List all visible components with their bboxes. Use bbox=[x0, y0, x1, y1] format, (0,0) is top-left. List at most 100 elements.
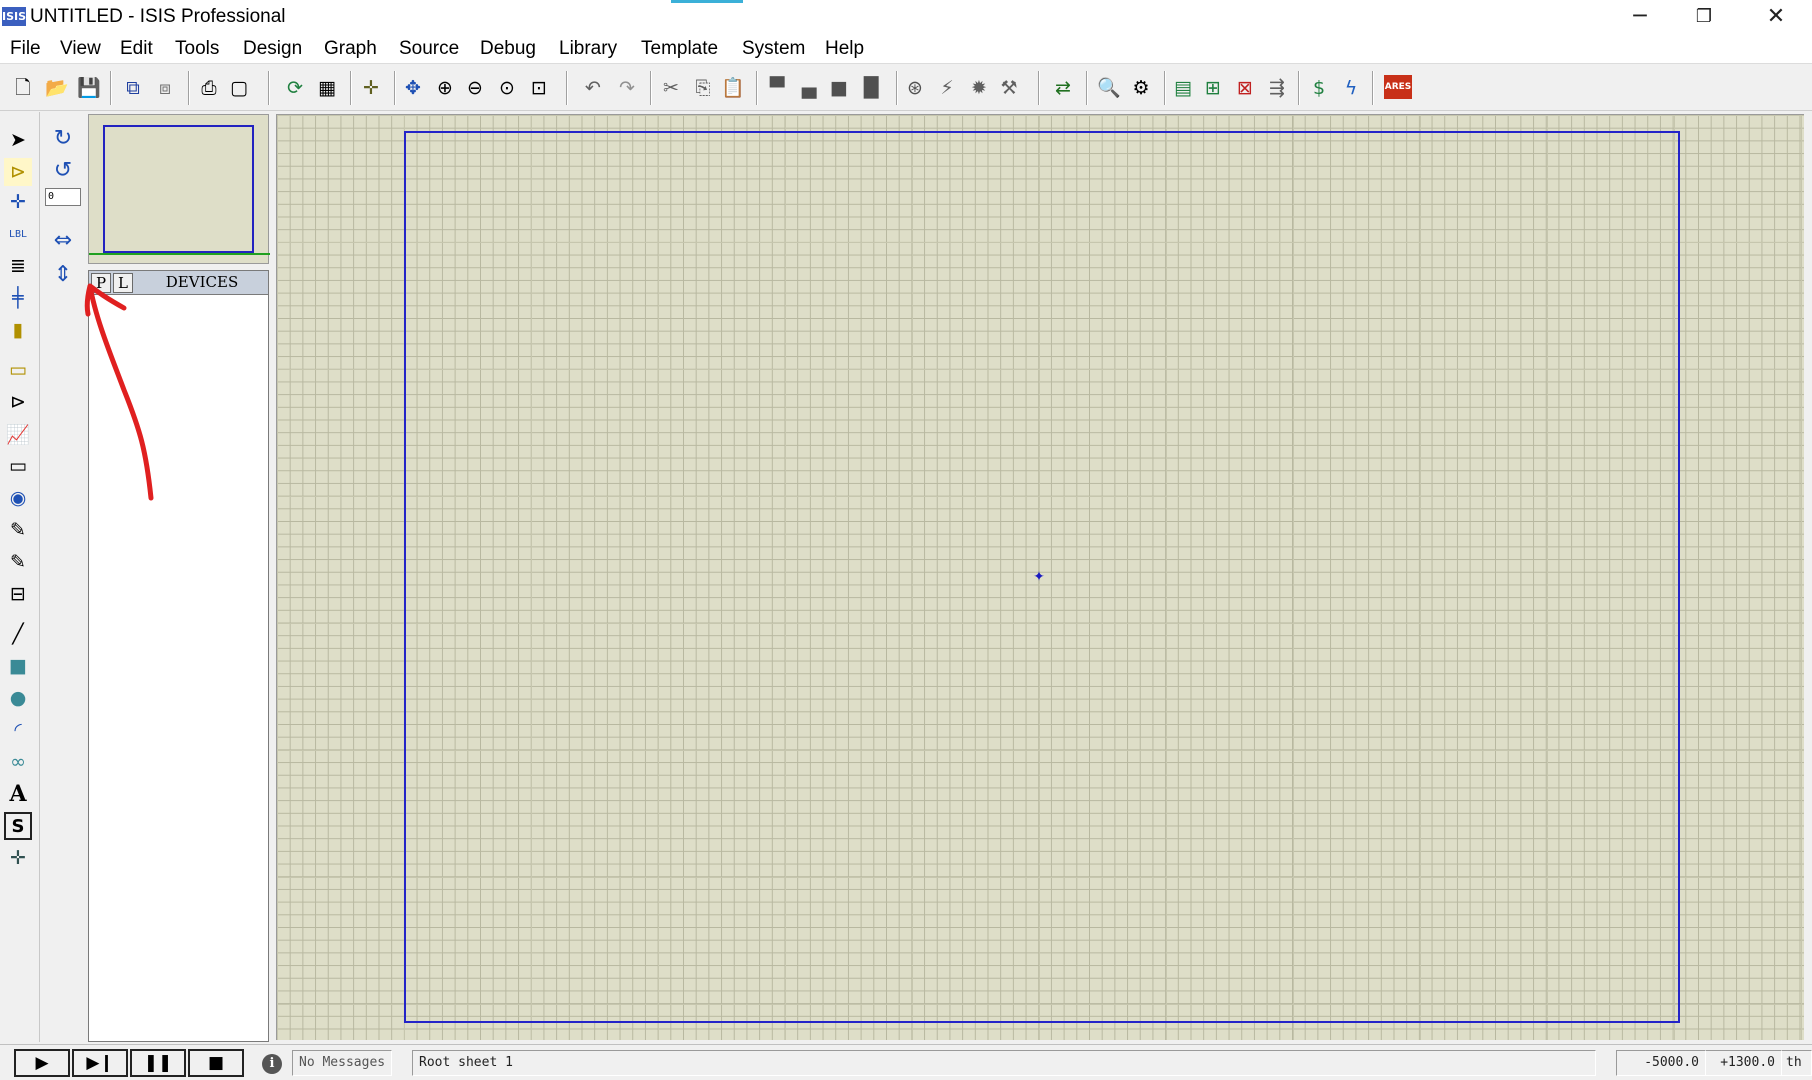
minimize-button[interactable]: ─ bbox=[1604, 0, 1676, 34]
search-tag-icon[interactable]: 🔍 bbox=[1096, 75, 1122, 101]
play-button[interactable]: ▶ bbox=[14, 1049, 70, 1077]
pick-devices-button[interactable]: P bbox=[91, 273, 111, 293]
pause-button[interactable]: ❚❚ bbox=[130, 1049, 186, 1077]
wire-label-icon[interactable]: LBL bbox=[4, 220, 32, 248]
menu-file[interactable]: File bbox=[10, 38, 41, 60]
pan-icon[interactable]: ✥ bbox=[400, 75, 426, 101]
close-button[interactable]: ✕ bbox=[1740, 0, 1812, 34]
current-probe-icon[interactable]: ✎ bbox=[4, 548, 32, 576]
mirror-y-icon[interactable]: ⇕ bbox=[49, 260, 77, 288]
zoom-all-icon[interactable]: ⊙ bbox=[494, 75, 520, 101]
redo-icon[interactable]: ↷ bbox=[614, 75, 640, 101]
subcircuit-icon[interactable]: ▮ bbox=[4, 316, 32, 344]
netlist-to-ares-icon[interactable]: ARES bbox=[1384, 75, 1412, 99]
orientation-toolbar: ↻ ↺ 0 ⇔ ⇕ bbox=[41, 112, 85, 1042]
pick-device-icon[interactable]: ⊛ bbox=[902, 75, 928, 101]
restore-button[interactable]: ❐ bbox=[1668, 0, 1740, 34]
menu-help[interactable]: Help bbox=[825, 38, 864, 60]
rotate-ccw-icon[interactable]: ↺ bbox=[49, 156, 77, 184]
open-file-icon[interactable]: 📂 bbox=[44, 75, 70, 101]
make-device-icon[interactable]: ⚡ bbox=[934, 75, 960, 101]
block-rotate-icon[interactable]: ■ bbox=[826, 75, 852, 101]
window-title: UNTITLED - ISIS Professional bbox=[30, 6, 286, 27]
electrical-rule-check-icon[interactable]: ϟ bbox=[1338, 75, 1364, 101]
remove-sheet-icon[interactable]: ⊠ bbox=[1232, 75, 1258, 101]
export-section-icon[interactable]: ⧈ bbox=[152, 75, 178, 101]
copy-icon[interactable]: ⎘ bbox=[690, 75, 716, 101]
new-file-icon[interactable]: 🗋 bbox=[10, 75, 36, 101]
toolbar-separator bbox=[1038, 71, 1040, 105]
app-logo-icon: ISIS bbox=[2, 7, 26, 26]
rotate-cw-icon[interactable]: ↻ bbox=[49, 124, 77, 152]
messages-field[interactable]: No Messages bbox=[292, 1050, 392, 1076]
menu-bar: File View Edit Tools Design Graph Source… bbox=[0, 34, 1812, 64]
symbol-2d-icon[interactable]: S bbox=[4, 812, 32, 840]
buses-icon[interactable]: ╪ bbox=[4, 284, 32, 312]
main-toolbar: 🗋 📂 💾 ⧉ ⧈ ⎙ ▢ ⟳ ▦ ✛ ✥ ⊕ ⊖ ⊙ ⊡ ↶ ↷ ✂ ⎘ 📋 … bbox=[0, 65, 1812, 111]
step-button[interactable]: ▶❙ bbox=[72, 1049, 128, 1077]
circle-2d-icon[interactable]: ● bbox=[4, 684, 32, 712]
block-move-icon[interactable]: ▄ bbox=[796, 75, 822, 101]
text-script-icon[interactable]: ≣ bbox=[4, 252, 32, 280]
save-icon[interactable]: 💾 bbox=[76, 75, 102, 101]
text-2d-icon[interactable]: A bbox=[4, 780, 32, 808]
schematic-canvas[interactable]: ✦ bbox=[276, 114, 1804, 1040]
block-delete-icon[interactable]: █ bbox=[858, 75, 884, 101]
redraw-icon[interactable]: ⟳ bbox=[282, 75, 308, 101]
cut-icon[interactable]: ✂ bbox=[658, 75, 684, 101]
block-copy-icon[interactable]: ▀ bbox=[764, 75, 790, 101]
paste-icon[interactable]: 📋 bbox=[720, 75, 746, 101]
virtual-instruments-icon[interactable]: ⊟ bbox=[4, 580, 32, 608]
toggle-origin-icon[interactable]: ✛ bbox=[358, 75, 384, 101]
graph-mode-icon[interactable]: 📈 bbox=[4, 420, 32, 448]
tape-recorder-icon[interactable]: ▭ bbox=[4, 452, 32, 480]
title-bar: ISIS UNTITLED - ISIS Professional ─ ❐ ✕ bbox=[0, 0, 1812, 34]
zoom-out-icon[interactable]: ⊖ bbox=[462, 75, 488, 101]
box-2d-icon[interactable]: ■ bbox=[4, 652, 32, 680]
menu-edit[interactable]: Edit bbox=[120, 38, 153, 60]
markers-2d-icon[interactable]: ✛ bbox=[4, 844, 32, 872]
overview-view-indicator bbox=[89, 253, 270, 255]
component-mode-icon[interactable]: ⊳ bbox=[4, 158, 32, 186]
undo-icon[interactable]: ↶ bbox=[580, 75, 606, 101]
menu-design[interactable]: Design bbox=[243, 38, 302, 60]
closed-path-2d-icon[interactable]: ∞ bbox=[4, 748, 32, 776]
menu-template[interactable]: Template bbox=[641, 38, 718, 60]
info-icon[interactable]: i bbox=[262, 1054, 282, 1074]
line-2d-icon[interactable]: ╱ bbox=[4, 620, 32, 648]
terminals-icon[interactable]: ▭ bbox=[4, 356, 32, 384]
origin-marker-icon: ✦ bbox=[1033, 569, 1045, 585]
arc-2d-icon[interactable]: ◜ bbox=[4, 716, 32, 744]
set-area-icon[interactable]: ▢ bbox=[226, 75, 252, 101]
new-sheet-icon[interactable]: ⊞ bbox=[1200, 75, 1226, 101]
stop-button[interactable]: ■ bbox=[188, 1049, 244, 1077]
overview-window[interactable] bbox=[88, 114, 270, 264]
menu-system[interactable]: System bbox=[742, 38, 805, 60]
voltage-probe-icon[interactable]: ✎ bbox=[4, 516, 32, 544]
toggle-grid-icon[interactable]: ▦ bbox=[314, 75, 340, 101]
device-pins-icon[interactable]: ⊳ bbox=[4, 388, 32, 416]
rotation-angle-field[interactable]: 0 bbox=[45, 188, 81, 206]
menu-graph[interactable]: Graph bbox=[324, 38, 377, 60]
junction-dot-icon[interactable]: ✛ bbox=[4, 188, 32, 216]
bill-of-materials-icon[interactable]: $ bbox=[1306, 75, 1332, 101]
menu-tools[interactable]: Tools bbox=[175, 38, 219, 60]
menu-library[interactable]: Library bbox=[559, 38, 617, 60]
generator-icon[interactable]: ◉ bbox=[4, 484, 32, 512]
zoom-in-icon[interactable]: ⊕ bbox=[432, 75, 458, 101]
design-explorer-icon[interactable]: ▤ bbox=[1170, 75, 1196, 101]
decompose-icon[interactable]: ⚒ bbox=[996, 75, 1022, 101]
library-manager-button[interactable]: L bbox=[113, 273, 133, 293]
mirror-x-icon[interactable]: ⇔ bbox=[49, 226, 77, 254]
menu-debug[interactable]: Debug bbox=[480, 38, 536, 60]
menu-view[interactable]: View bbox=[60, 38, 101, 60]
print-icon[interactable]: ⎙ bbox=[196, 75, 222, 101]
packaging-tool-icon[interactable]: ✹ bbox=[966, 75, 992, 101]
wire-autorouter-icon[interactable]: ⇄ bbox=[1050, 75, 1076, 101]
zoom-area-icon[interactable]: ⊡ bbox=[526, 75, 552, 101]
menu-source[interactable]: Source bbox=[399, 38, 459, 60]
import-section-icon[interactable]: ⧉ bbox=[120, 75, 146, 101]
goto-sheet-icon[interactable]: ⇶ bbox=[1264, 75, 1290, 101]
selection-mode-icon[interactable]: ➤ bbox=[4, 126, 32, 154]
property-assignment-icon[interactable]: ⚙ bbox=[1128, 75, 1154, 101]
